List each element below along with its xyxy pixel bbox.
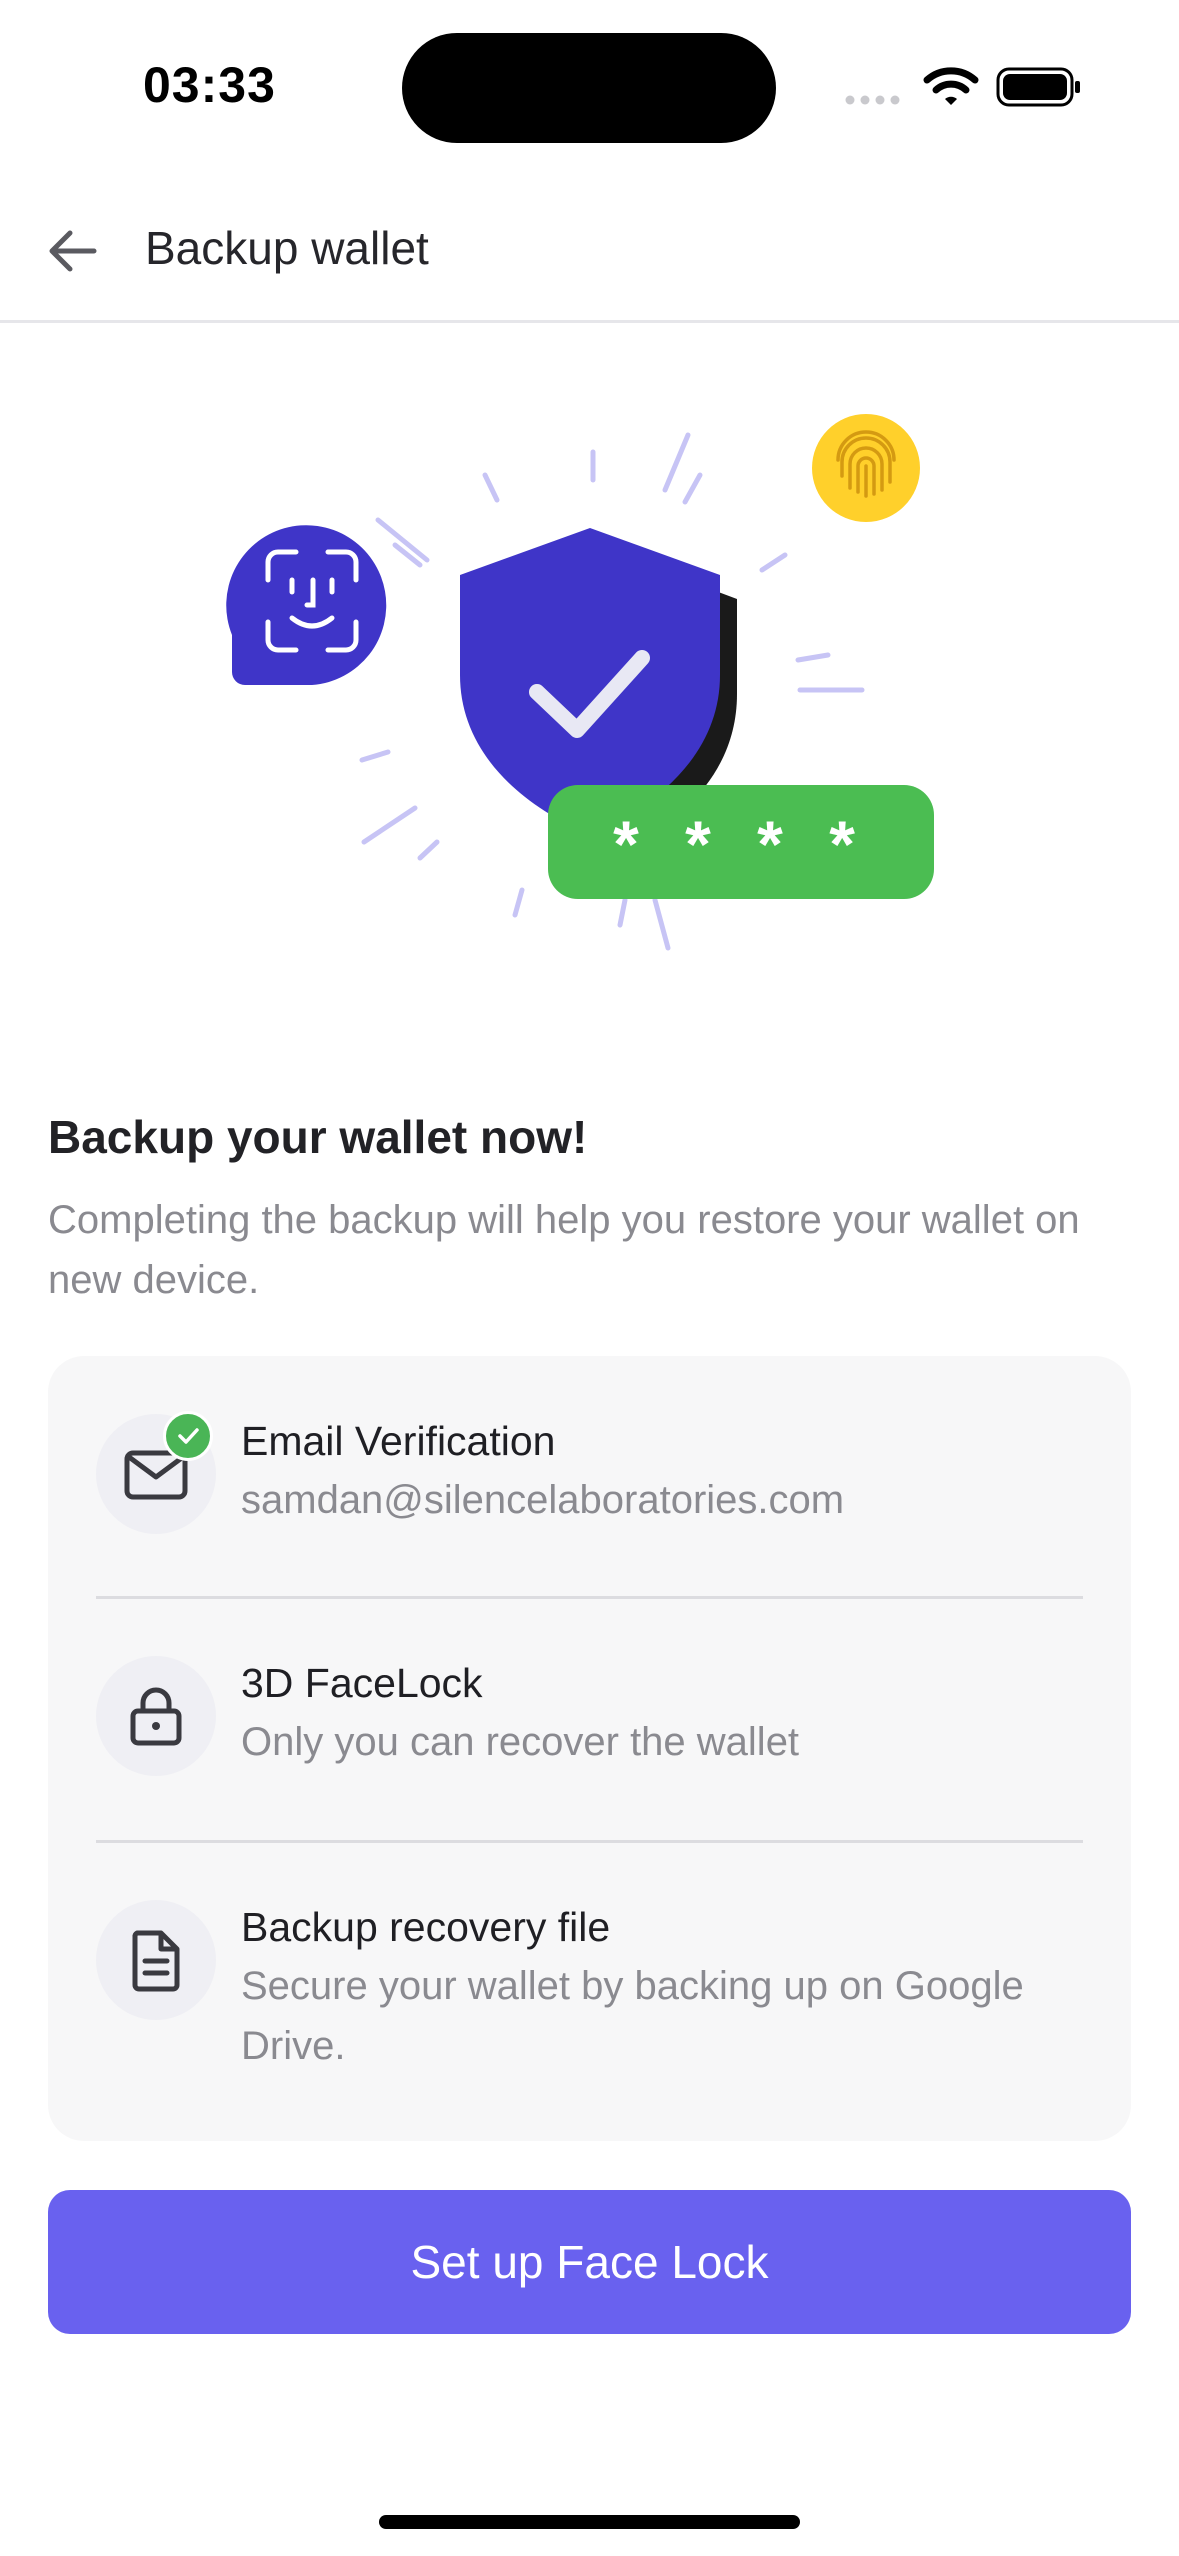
step-title: Email Verification (241, 1418, 556, 1464)
face-id-bubble (226, 525, 387, 685)
wifi-icon (923, 67, 979, 105)
step-divider (96, 1596, 1083, 1599)
password-mask: * * * * (613, 807, 869, 881)
setup-face-lock-button[interactable]: Set up Face Lock (48, 2190, 1131, 2334)
step-description: samdan@silencelaboratories.com (241, 1478, 845, 1522)
app-header: Backup wallet (0, 175, 1179, 323)
arrow-left-icon (49, 230, 97, 272)
back-button[interactable] (36, 215, 108, 287)
step-title: 3D FaceLock (241, 1660, 483, 1706)
completed-check-badge (163, 1411, 213, 1461)
backup-security-illustration: * * * * (226, 414, 934, 951)
step-divider (96, 1840, 1083, 1843)
cellular-signal-icon (845, 95, 900, 105)
battery-icon (996, 67, 1080, 107)
document-icon (132, 1930, 180, 1992)
home-indicator[interactable] (379, 2515, 800, 2529)
status-bar: 03:33 (0, 0, 1179, 175)
password-pill: * * * * (548, 785, 934, 899)
step-description: Only you can recover the wallet (241, 1720, 800, 1764)
backup-description: Completing the backup will help you rest… (48, 1198, 1080, 1302)
lock-icon (130, 1687, 182, 1746)
status-time: 03:33 (143, 57, 276, 113)
step-description: Secure your wallet by backing up on Goog… (241, 1964, 1024, 2068)
step-title: Backup recovery file (241, 1904, 611, 1950)
checkmark-icon (178, 1428, 199, 1444)
step-icon-container (96, 1656, 216, 1776)
page-title: Backup wallet (145, 222, 429, 274)
dynamic-island (402, 33, 776, 143)
fingerprint-badge (812, 414, 920, 522)
backup-steps-card: Email Verification samdan@silencelaborat… (48, 1356, 1131, 2141)
step-icon-container (96, 1900, 216, 2020)
backup-heading: Backup your wallet now! (48, 1111, 588, 1163)
